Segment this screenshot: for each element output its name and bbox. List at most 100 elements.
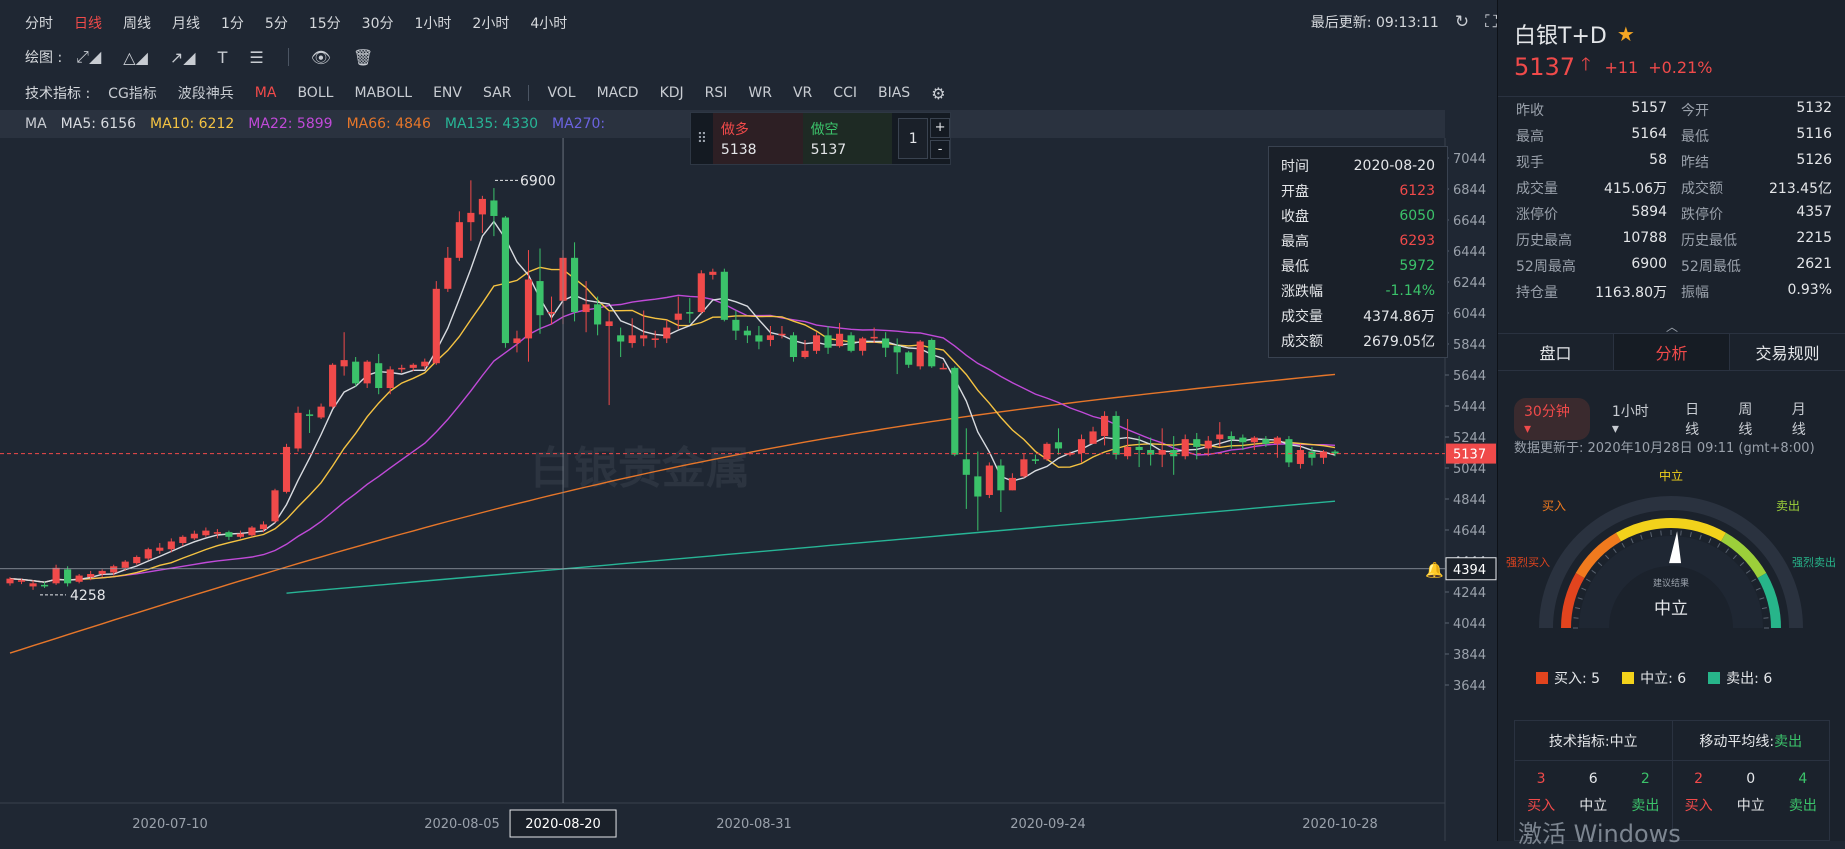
candle-body[interactable] xyxy=(64,569,72,584)
candle-body[interactable] xyxy=(421,361,429,367)
period-tab[interactable]: 月线 xyxy=(172,13,200,33)
candle-body[interactable] xyxy=(594,304,602,325)
candle-body[interactable] xyxy=(29,583,37,587)
candle-body[interactable] xyxy=(974,476,982,497)
sidebar-tab[interactable]: 盘口 xyxy=(1498,334,1614,370)
candle-body[interactable] xyxy=(732,319,740,331)
candle-body[interactable] xyxy=(1089,431,1097,444)
candle-body[interactable] xyxy=(490,200,498,216)
candle-body[interactable] xyxy=(951,367,959,455)
candle-body[interactable] xyxy=(674,313,682,320)
candle-body[interactable] xyxy=(213,532,221,534)
candle-body[interactable] xyxy=(939,367,947,370)
candle-body[interactable] xyxy=(444,257,452,289)
candle-body[interactable] xyxy=(478,198,486,215)
eye-icon[interactable]: 👁 xyxy=(311,48,331,67)
analysis-period-tab[interactable]: 日线 xyxy=(1685,399,1712,439)
candle-body[interactable] xyxy=(409,364,417,368)
candle-body[interactable] xyxy=(75,575,83,582)
candle-body[interactable] xyxy=(605,321,613,327)
arrow-tool-icon[interactable]: ↗◢ xyxy=(170,48,196,67)
candle-body[interactable] xyxy=(1077,439,1086,454)
period-tab[interactable]: 4小时 xyxy=(530,13,567,33)
candle-body[interactable] xyxy=(997,465,1005,491)
candle-body[interactable] xyxy=(329,364,337,407)
sidebar-tab[interactable]: 交易规则 xyxy=(1730,334,1845,370)
candle-body[interactable] xyxy=(882,338,890,348)
candle-body[interactable] xyxy=(524,279,533,339)
candle-body[interactable] xyxy=(398,367,406,370)
increase-button[interactable]: + xyxy=(930,118,950,138)
quantity-field[interactable]: 1 xyxy=(898,118,929,159)
period-tab[interactable]: 15分 xyxy=(309,13,341,33)
indicator-item[interactable]: SAR xyxy=(483,85,511,101)
candle-body[interactable] xyxy=(870,336,878,339)
analysis-period-tab[interactable]: 周线 xyxy=(1738,399,1765,439)
candle-body[interactable] xyxy=(6,578,14,584)
drag-handle-icon[interactable]: ⠿ xyxy=(691,113,713,164)
candle-body[interactable] xyxy=(1296,450,1305,464)
candle-body[interactable] xyxy=(617,335,625,342)
fullscreen-icon[interactable]: ⛶ xyxy=(1485,12,1497,32)
indicator-item[interactable]: MACD xyxy=(597,85,639,101)
period-tab[interactable]: 日线 xyxy=(74,13,102,33)
candle-body[interactable] xyxy=(686,312,694,314)
indicator-item[interactable]: VOL xyxy=(547,85,575,101)
candle-body[interactable] xyxy=(98,570,106,575)
candle-body[interactable] xyxy=(905,352,913,365)
candle-body[interactable] xyxy=(501,217,510,344)
indicator-item[interactable]: MA xyxy=(255,85,277,101)
indicator-item[interactable]: RSI xyxy=(705,85,728,101)
analysis-period-tab[interactable]: 30分钟 ▾ xyxy=(1514,398,1590,440)
candle-body[interactable] xyxy=(340,360,348,367)
indicator-item[interactable]: 波段神兵 xyxy=(178,83,234,103)
candle-body[interactable] xyxy=(305,414,314,416)
candle-body[interactable] xyxy=(720,271,728,320)
decrease-button[interactable]: - xyxy=(930,139,950,159)
indicator-item[interactable]: VR xyxy=(793,85,812,101)
indicator-item[interactable]: BIAS xyxy=(878,85,910,101)
alarm-bell-icon[interactable]: 🔔 xyxy=(1425,561,1444,579)
candle-body[interactable] xyxy=(87,574,95,578)
candle-body[interactable] xyxy=(755,335,763,342)
period-tab[interactable]: 5分 xyxy=(265,13,288,33)
analysis-period-tab[interactable]: 月线 xyxy=(1792,399,1819,439)
indicator-item[interactable]: CG指标 xyxy=(108,83,157,103)
candle-body[interactable] xyxy=(789,335,798,358)
candle-body[interactable] xyxy=(1043,443,1051,460)
candle-body[interactable] xyxy=(743,330,751,336)
candle-body[interactable] xyxy=(110,566,118,573)
candle-body[interactable] xyxy=(801,350,809,358)
candle-body[interactable] xyxy=(1054,442,1063,449)
candle-body[interactable] xyxy=(962,459,970,475)
candle-body[interactable] xyxy=(40,584,49,587)
period-tab[interactable]: 30分 xyxy=(362,13,394,33)
candle-body[interactable] xyxy=(1285,439,1293,463)
indicator-item[interactable]: CCI xyxy=(833,85,857,101)
candle-body[interactable] xyxy=(536,281,544,316)
candle-body[interactable] xyxy=(432,288,440,364)
candle-body[interactable] xyxy=(1008,477,1016,491)
candle-body[interactable] xyxy=(156,547,164,551)
candle-body[interactable] xyxy=(190,533,198,539)
candle-body[interactable] xyxy=(179,536,187,544)
indicator-item[interactable]: BOLL xyxy=(297,85,333,101)
candle-body[interactable] xyxy=(1031,459,1040,461)
candle-body[interactable] xyxy=(928,339,936,367)
candle-body[interactable] xyxy=(1204,440,1212,449)
triangle-tool-icon[interactable]: △◢ xyxy=(123,48,148,67)
candle-body[interactable] xyxy=(1112,415,1120,455)
candle-body[interactable] xyxy=(236,533,245,537)
candle-body[interactable] xyxy=(225,532,233,537)
candle-body[interactable] xyxy=(52,567,60,584)
fib-tool-icon[interactable]: ☰ xyxy=(249,48,263,67)
candle-body[interactable] xyxy=(1250,437,1258,443)
candle-body[interactable] xyxy=(144,549,152,559)
candle-body[interactable] xyxy=(570,257,579,313)
candle-body[interactable] xyxy=(835,333,844,347)
candle-body[interactable] xyxy=(709,271,717,275)
candle-body[interactable] xyxy=(893,346,901,353)
candle-body[interactable] xyxy=(167,541,175,550)
candle-body[interactable] xyxy=(547,312,556,314)
candle-body[interactable] xyxy=(651,338,659,340)
